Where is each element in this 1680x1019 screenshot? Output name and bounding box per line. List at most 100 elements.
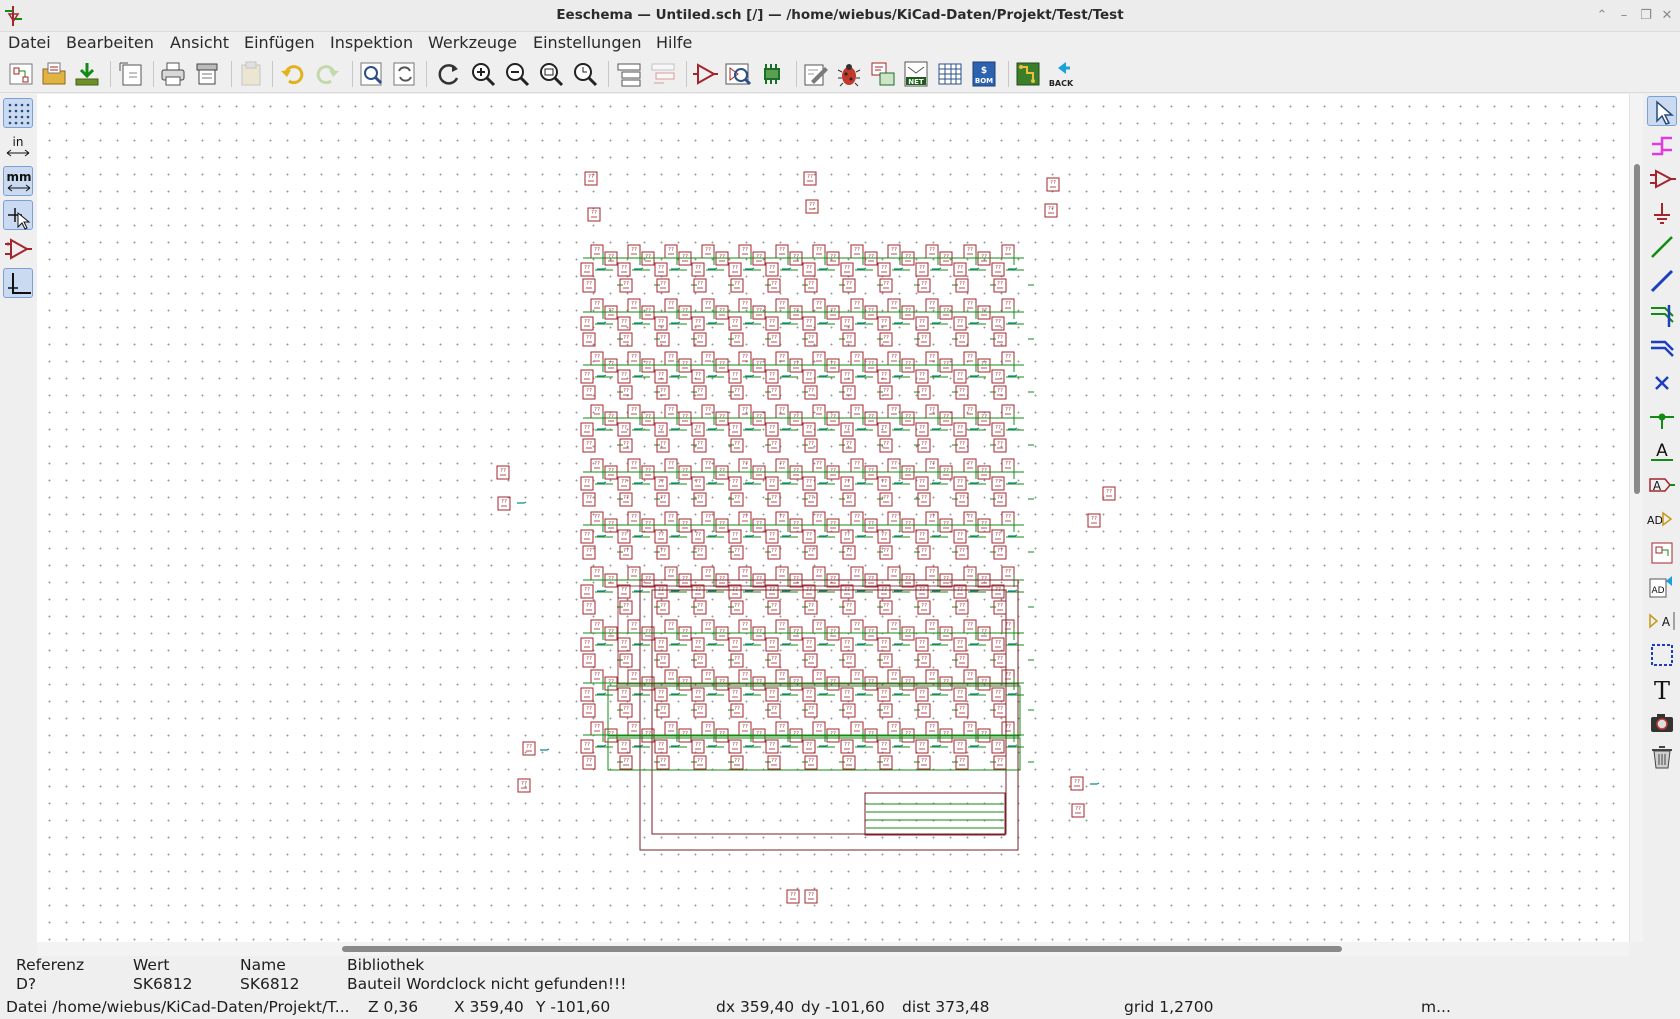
- symbol-ref-text: ??: [742, 407, 748, 413]
- add-bus-icon[interactable]: [1647, 266, 1677, 296]
- symbol-ref-text: ??: [742, 461, 748, 467]
- symbol-ref-text: ??: [586, 603, 592, 609]
- hidden-pins-icon[interactable]: [3, 234, 33, 264]
- vertical-scrollbar[interactable]: [1629, 94, 1643, 942]
- refresh-icon[interactable]: [434, 59, 464, 89]
- maximize-icon[interactable]: ❐: [1638, 8, 1654, 24]
- symbol-ref-text: ??: [967, 724, 973, 730]
- inch-units-icon[interactable]: in: [3, 132, 33, 162]
- net-label: [597, 374, 607, 377]
- menu-werkzeuge[interactable]: Werkzeuge: [428, 33, 517, 52]
- symbol-ref-text: ??: [995, 742, 1001, 748]
- paste-icon[interactable]: [236, 59, 266, 89]
- symbol-ref-text: ??: [844, 265, 850, 271]
- hierarchical-label-icon[interactable]: AD: [1647, 504, 1677, 534]
- global-label-icon[interactable]: A: [1647, 470, 1677, 500]
- symbol-ref-text: ??: [881, 690, 887, 696]
- symbol-editor-icon[interactable]: [690, 59, 720, 89]
- symbol-ref-text: ??: [631, 247, 637, 253]
- find-replace-icon[interactable]: [390, 59, 420, 89]
- wire-bus-entry-icon[interactable]: [1647, 300, 1677, 330]
- annotate-icon[interactable]: [801, 59, 831, 89]
- add-symbol-icon[interactable]: [1647, 164, 1677, 194]
- menu-datei[interactable]: Datei: [8, 33, 51, 52]
- field-editor-icon[interactable]: [935, 59, 965, 89]
- bus-bus-entry-icon[interactable]: [1647, 334, 1677, 364]
- close-icon[interactable]: ✕: [1659, 8, 1675, 24]
- symbol-ref-text: ??: [658, 532, 664, 538]
- schematic-setup-icon[interactable]: [6, 59, 36, 89]
- highlight-net-icon[interactable]: [1647, 130, 1677, 160]
- hierarchical-sheet-icon[interactable]: [1647, 538, 1677, 568]
- grid-icon[interactable]: [3, 98, 33, 128]
- symbol-ref-text: ??: [658, 742, 664, 748]
- back-annotate-icon[interactable]: BACK: [1046, 59, 1076, 89]
- wire-angle-icon[interactable]: [3, 268, 33, 298]
- page-settings-icon[interactable]: [117, 59, 147, 89]
- pcbnew-icon[interactable]: [1013, 59, 1043, 89]
- menu-einstellungen[interactable]: Einstellungen: [533, 33, 641, 52]
- symbol-ref-text: ??: [719, 576, 725, 582]
- add-sheet-pin-icon[interactable]: A: [1647, 606, 1677, 636]
- add-wire-icon[interactable]: [1647, 232, 1677, 262]
- menu-einfuegen[interactable]: Einfügen: [244, 33, 315, 52]
- graphic-text-icon[interactable]: T: [1647, 674, 1677, 705]
- net-label: [894, 374, 904, 377]
- window-menu-icon[interactable]: ⌃: [1594, 8, 1610, 24]
- vertical-scroll-thumb[interactable]: [1634, 164, 1640, 494]
- symbol-ref-text: ??: [921, 495, 927, 501]
- undo-icon[interactable]: [278, 59, 308, 89]
- erc-icon[interactable]: [834, 59, 864, 89]
- zoom-in-icon[interactable]: [468, 59, 498, 89]
- delete-icon[interactable]: [1647, 742, 1677, 772]
- symbol-ref-text: ??: [967, 569, 973, 575]
- zoom-selection-icon[interactable]: [570, 59, 600, 89]
- status-dist: dist 373,48: [902, 998, 990, 1016]
- redo-icon[interactable]: [312, 59, 342, 89]
- mm-units-icon[interactable]: mm: [3, 166, 33, 196]
- netlist-icon[interactable]: NET: [901, 59, 931, 89]
- find-icon[interactable]: [357, 59, 387, 89]
- assign-footprints-icon[interactable]: [868, 59, 898, 89]
- net-label: [745, 481, 755, 484]
- symbol-ref-text: ??: [957, 532, 963, 538]
- net-label-icon[interactable]: A: [1647, 436, 1677, 466]
- horizontal-scroll-thumb[interactable]: [342, 946, 1342, 952]
- net-label: [1090, 782, 1100, 785]
- symbol-ref-text: ??: [697, 706, 703, 712]
- no-connect-icon[interactable]: [1647, 368, 1677, 398]
- symbol-ref-text: ??: [1075, 806, 1081, 812]
- hierarchy-navigator-icon[interactable]: [614, 59, 644, 89]
- menu-bearbeiten[interactable]: Bearbeiten: [66, 33, 154, 52]
- symbol-browser-icon[interactable]: [723, 59, 753, 89]
- cursor-shape-icon[interactable]: [3, 200, 33, 230]
- menu-ansicht[interactable]: Ansicht: [170, 33, 229, 52]
- menu-hilfe[interactable]: Hilfe: [656, 33, 692, 52]
- add-power-icon[interactable]: [1647, 198, 1677, 228]
- footprint-editor-icon[interactable]: [757, 59, 787, 89]
- open-icon[interactable]: [39, 59, 69, 89]
- symbol-ref-text: ??: [844, 425, 850, 431]
- symbol-ref-text: ??: [771, 706, 777, 712]
- symbol-ref-text: ??: [844, 532, 850, 538]
- leave-sheet-icon[interactable]: [648, 59, 678, 89]
- schematic-canvas[interactable]: ????????????????????????????????????????…: [37, 94, 1629, 942]
- add-image-icon[interactable]: [1647, 708, 1677, 738]
- select-arrow-icon[interactable]: [1647, 96, 1677, 126]
- symbol-ref-text: ??: [742, 724, 748, 730]
- junction-icon[interactable]: [1647, 402, 1677, 432]
- plot-icon[interactable]: [192, 59, 222, 89]
- import-sheet-pin-icon[interactable]: AD: [1647, 572, 1677, 602]
- print-icon[interactable]: [158, 59, 188, 89]
- zoom-out-icon[interactable]: [502, 59, 532, 89]
- symbol-ref-text: ??: [957, 319, 963, 325]
- graphic-lines-icon[interactable]: [1647, 640, 1677, 670]
- symbol-ref-text: ??: [793, 468, 799, 474]
- save-icon[interactable]: [72, 59, 102, 89]
- menu-inspektion[interactable]: Inspektion: [330, 33, 413, 52]
- net-label: [857, 744, 867, 747]
- minimize-icon[interactable]: –: [1616, 8, 1632, 24]
- bom-icon[interactable]: $ BOM: [969, 59, 999, 89]
- zoom-fit-icon[interactable]: [536, 59, 566, 89]
- horizontal-scrollbar[interactable]: [37, 942, 1629, 956]
